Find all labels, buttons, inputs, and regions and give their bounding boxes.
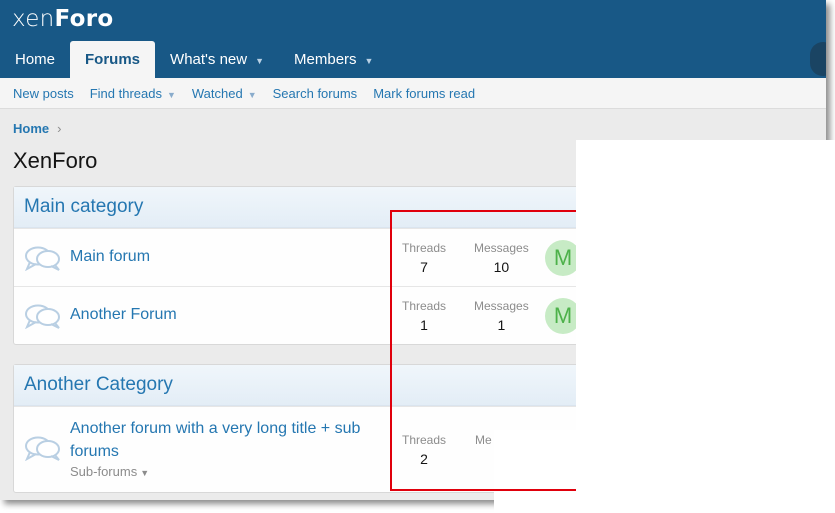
tab-members-label: Members xyxy=(294,51,357,68)
tab-members[interactable]: Members ▼ xyxy=(279,41,388,78)
breadcrumb: Home › xyxy=(13,121,61,136)
subforums-label: Sub-forums xyxy=(70,464,138,479)
breadcrumb-home[interactable]: Home xyxy=(13,121,49,136)
subnav-new-posts[interactable]: New posts xyxy=(13,86,74,101)
caret-down-icon[interactable]: ▼ xyxy=(167,90,176,100)
subnav-search-forums-label: Search forums xyxy=(272,85,358,101)
tab-whats-new-label: What's new xyxy=(170,51,248,68)
forum-chat-bubbles-icon xyxy=(25,304,60,329)
forum-title-link[interactable]: Another Forum xyxy=(70,306,177,324)
subforums-menu[interactable]: Sub-forums ▼ xyxy=(70,464,149,479)
search-button[interactable] xyxy=(810,42,826,76)
tab-home-label: Home xyxy=(15,51,56,68)
caret-down-icon[interactable]: ▼ xyxy=(365,56,374,66)
forum-title-link[interactable]: Another forum with a very long title + s… xyxy=(70,417,370,463)
subnav-new-posts-label: New posts xyxy=(13,85,74,101)
subnav-search-forums[interactable]: Search forums xyxy=(273,86,358,101)
subnav-find-threads-label: Find threads xyxy=(89,85,162,101)
highlight-box xyxy=(390,210,576,491)
forum-chat-bubbles-icon xyxy=(25,436,60,461)
site-header: xenForo Home Forums What's new ▼ Members ▼ xyxy=(0,0,826,78)
white-overlay xyxy=(576,140,835,513)
main-nav: Home Forums What's new ▼ Members ▼ xyxy=(0,41,388,78)
subnav-watched-label: Watched xyxy=(191,85,243,101)
forum-chat-bubbles-icon xyxy=(25,246,60,271)
caret-down-icon[interactable]: ▼ xyxy=(248,90,257,100)
logo-text-foro: Foro xyxy=(54,6,114,32)
subnav-watched[interactable]: Watched ▼ xyxy=(192,86,257,101)
tab-forums-label: Forums xyxy=(85,51,141,68)
caret-down-icon: ▼ xyxy=(140,468,150,478)
tab-home[interactable]: Home xyxy=(0,41,70,78)
page-title: XenForo xyxy=(13,148,98,173)
tab-forums[interactable]: Forums xyxy=(70,41,156,78)
subnav-mark-forums-read-label: Mark forums read xyxy=(373,85,476,101)
logo-text-xen: xen xyxy=(12,6,55,32)
sub-nav: New posts Find threads ▼ Watched ▼ Search … xyxy=(0,78,826,109)
caret-down-icon[interactable]: ▼ xyxy=(255,56,264,66)
site-logo[interactable]: xenForo xyxy=(12,6,113,32)
forum-title-link[interactable]: Main forum xyxy=(70,248,150,266)
subnav-find-threads[interactable]: Find threads ▼ xyxy=(90,86,176,101)
subnav-mark-forums-read[interactable]: Mark forums read xyxy=(373,86,475,101)
tab-whats-new[interactable]: What's new ▼ xyxy=(155,41,279,78)
chevron-right-icon: › xyxy=(57,121,62,136)
